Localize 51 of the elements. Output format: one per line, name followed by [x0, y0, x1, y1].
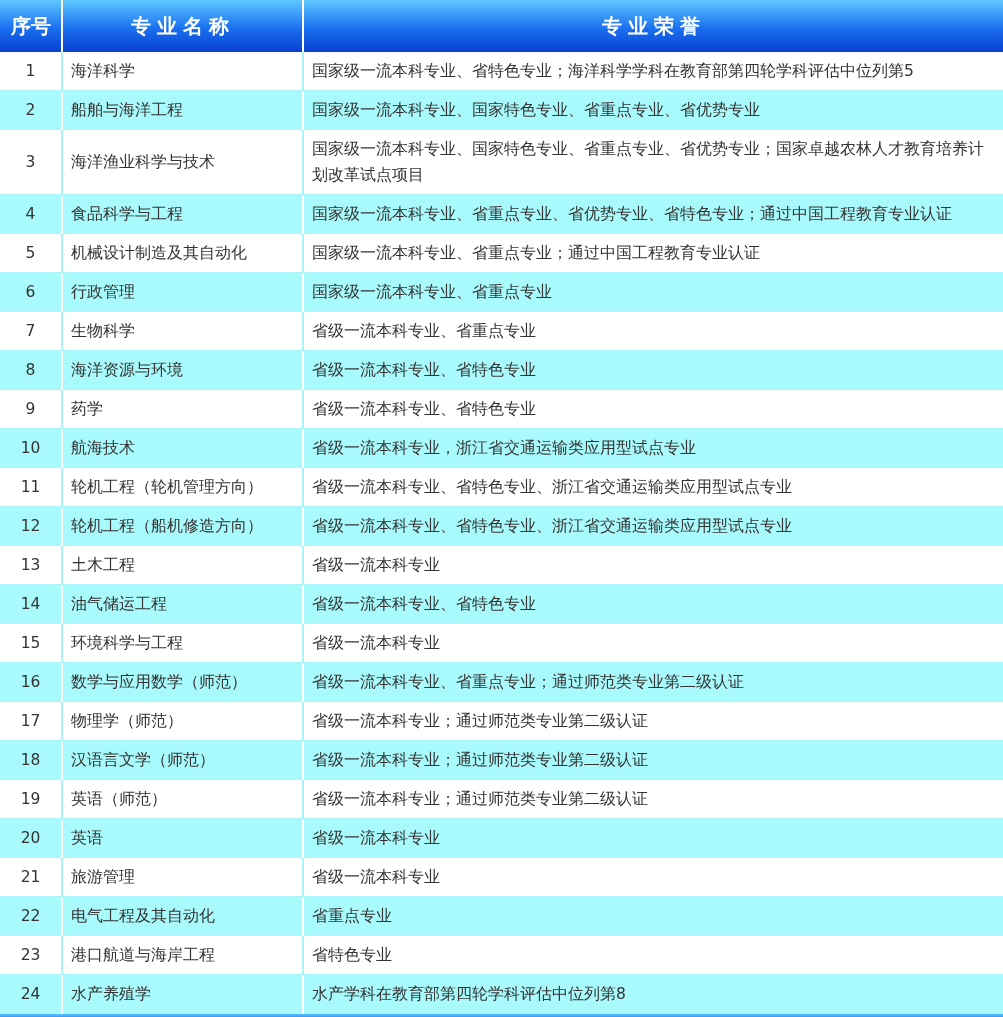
table-cell: 国家级一流本科专业、国家特色专业、省重点专业、省优势专业；国家卓越农林人才教育培养计划改革试点项目	[303, 129, 1003, 195]
table-cell: 省级一流本科专业；通过师范类专业第二级认证	[303, 779, 1003, 819]
table-cell: 国家级一流本科专业、省重点专业；通过中国工程教育专业认证	[303, 233, 1003, 273]
table-cell: 行政管理	[62, 272, 303, 312]
table-cell: 省级一流本科专业	[303, 623, 1003, 663]
table-cell: 水产养殖学	[62, 974, 303, 1014]
table-cell: 省重点专业	[303, 896, 1003, 936]
table-cell: 省级一流本科专业、省重点专业；通过师范类专业第二级认证	[303, 662, 1003, 702]
table-cell: 14	[0, 584, 62, 624]
table-cell: 省特色专业	[303, 935, 1003, 975]
table-cell: 16	[0, 662, 62, 702]
table-cell: 省级一流本科专业、省特色专业	[303, 389, 1003, 429]
table-cell: 18	[0, 740, 62, 780]
table-cell: 12	[0, 506, 62, 546]
column-header: 序号	[0, 0, 62, 52]
column-header: 专业名称	[62, 0, 303, 52]
table-cell: 省级一流本科专业、省特色专业	[303, 350, 1003, 390]
table-cell: 省级一流本科专业；通过师范类专业第二级认证	[303, 740, 1003, 780]
table-cell: 2	[0, 90, 62, 130]
table-cell: 航海技术	[62, 428, 303, 468]
table-cell: 6	[0, 272, 62, 312]
table-cell: 省级一流本科专业、省重点专业	[303, 311, 1003, 351]
table-cell: 国家级一流本科专业、省重点专业	[303, 272, 1003, 312]
table-cell: 数学与应用数学（师范）	[62, 662, 303, 702]
table-cell: 22	[0, 896, 62, 936]
table-cell: 轮机工程（船机修造方向）	[62, 506, 303, 546]
table-cell: 食品科学与工程	[62, 194, 303, 234]
table-cell: 国家级一流本科专业、省特色专业；海洋科学学科在教育部第四轮学科评估中位列第5	[303, 52, 1003, 91]
table-cell: 省级一流本科专业、省特色专业、浙江省交通运输类应用型试点专业	[303, 467, 1003, 507]
table-cell: 国家级一流本科专业、国家特色专业、省重点专业、省优势专业	[303, 90, 1003, 130]
table-cell: 省级一流本科专业	[303, 818, 1003, 858]
table-cell: 省级一流本科专业、省特色专业、浙江省交通运输类应用型试点专业	[303, 506, 1003, 546]
table-cell: 船舶与海洋工程	[62, 90, 303, 130]
column-header: 专业荣誉	[303, 0, 1003, 52]
table-cell: 省级一流本科专业，浙江省交通运输类应用型试点专业	[303, 428, 1003, 468]
table-cell: 省级一流本科专业；通过师范类专业第二级认证	[303, 701, 1003, 741]
table-cell: 国家级一流本科专业、省重点专业、省优势专业、省特色专业；通过中国工程教育专业认证	[303, 194, 1003, 234]
table-cell: 海洋资源与环境	[62, 350, 303, 390]
table-cell: 英语	[62, 818, 303, 858]
table-cell: 省级一流本科专业	[303, 857, 1003, 897]
table-cell: 油气储运工程	[62, 584, 303, 624]
table-cell: 汉语言文学（师范）	[62, 740, 303, 780]
table-cell: 电气工程及其自动化	[62, 896, 303, 936]
table-cell: 24	[0, 974, 62, 1014]
table-cell: 20	[0, 818, 62, 858]
table-cell: 10	[0, 428, 62, 468]
table-cell: 省级一流本科专业、省特色专业	[303, 584, 1003, 624]
table-cell: 省级一流本科专业	[303, 545, 1003, 585]
table-cell: 4	[0, 194, 62, 234]
table-cell: 8	[0, 350, 62, 390]
table-cell: 水产学科在教育部第四轮学科评估中位列第8	[303, 974, 1003, 1014]
